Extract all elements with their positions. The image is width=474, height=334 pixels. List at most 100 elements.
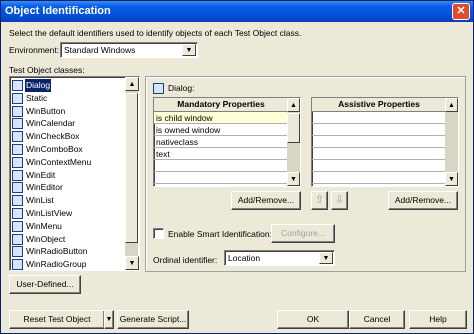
class-list-item-label: Static bbox=[26, 92, 48, 103]
mandatory-property-row[interactable]: is owned window bbox=[154, 124, 288, 136]
class-list-item-label: WinCalendar bbox=[26, 118, 76, 129]
object-identification-dialog: Object Identification ✕ Select the defau… bbox=[0, 0, 474, 334]
class-list-item[interactable]: WinObject bbox=[12, 233, 120, 246]
class-icon bbox=[12, 92, 23, 104]
arrow-down-icon: ⇩ bbox=[334, 194, 345, 206]
classes-scroll-down-button[interactable]: ▼ bbox=[125, 256, 139, 270]
assistive-property-row[interactable] bbox=[312, 124, 446, 136]
scroll-up-icon: ▲ bbox=[128, 81, 136, 88]
assistive-add-remove-button[interactable]: Add/Remove... bbox=[388, 191, 458, 210]
reset-test-object-split-button[interactable]: ▼ bbox=[104, 310, 114, 329]
class-list-item-label: WinComboBox bbox=[26, 144, 83, 154]
class-icon bbox=[12, 182, 23, 194]
class-list-item[interactable]: WinList bbox=[12, 194, 120, 207]
assistive-property-row[interactable] bbox=[312, 148, 446, 160]
class-icon bbox=[12, 80, 23, 91]
ordinal-identifier-value: Location bbox=[228, 253, 261, 263]
test-object-classes-label: Test Object classes: bbox=[9, 65, 85, 75]
environment-dropdown-button[interactable]: ▼ bbox=[182, 44, 196, 56]
class-icon bbox=[12, 131, 23, 143]
mandatory-property-row[interactable]: is child window bbox=[154, 112, 288, 124]
class-list-item[interactable]: WinMenu bbox=[12, 220, 120, 233]
assistive-scroll-down-button[interactable]: ▼ bbox=[445, 172, 458, 186]
user-defined-button[interactable]: User-Defined... bbox=[9, 275, 81, 294]
scroll-down-icon: ▼ bbox=[290, 176, 297, 183]
move-up-button[interactable]: ⇧ bbox=[311, 191, 328, 210]
class-list-item[interactable]: WinContextMenu bbox=[12, 156, 120, 169]
class-icon bbox=[12, 169, 23, 181]
class-list-item[interactable]: WinRadioGroup bbox=[12, 258, 120, 271]
mandatory-property-row[interactable]: text bbox=[154, 148, 288, 160]
class-list-item-label: WinObject bbox=[26, 233, 66, 244]
class-list-item[interactable]: WinEditor bbox=[12, 181, 120, 194]
scroll-up-icon: ▲ bbox=[290, 102, 297, 109]
window-title: Object Identification bbox=[5, 5, 111, 17]
environment-combobox[interactable]: Standard Windows ▼ bbox=[60, 42, 198, 58]
assistive-scroll-up-button[interactable]: ▲ bbox=[445, 98, 458, 112]
reset-test-object-button[interactable]: Reset Test Object bbox=[9, 310, 105, 329]
close-button[interactable]: ✕ bbox=[452, 3, 470, 20]
class-list-item-label: WinMenu bbox=[26, 220, 62, 231]
enable-smart-identification-label: Enable Smart Identification: bbox=[168, 229, 272, 239]
class-icon bbox=[12, 246, 23, 258]
class-icon bbox=[12, 144, 23, 155]
class-list-item-label: WinRadioButton bbox=[26, 246, 88, 257]
selected-class-label: Dialog: bbox=[168, 83, 195, 93]
assistive-properties-header: Assistive Properties bbox=[312, 98, 446, 112]
dialog-class-icon bbox=[153, 83, 164, 94]
chevron-down-icon: ▼ bbox=[105, 316, 113, 323]
mandatory-property-row[interactable] bbox=[154, 160, 288, 172]
class-list-item-label: WinList bbox=[26, 195, 54, 206]
class-list-item[interactable]: WinCalendar bbox=[12, 117, 120, 130]
ordinal-dropdown-button[interactable]: ▼ bbox=[319, 252, 333, 264]
mandatory-add-remove-button[interactable]: Add/Remove... bbox=[231, 191, 301, 210]
ordinal-identifier-combobox[interactable]: Location ▼ bbox=[224, 250, 335, 266]
class-list-item-label: WinButton bbox=[26, 105, 66, 116]
assistive-properties-grid[interactable]: Assistive Properties ▲ ▼ bbox=[311, 97, 459, 187]
chevron-down-icon: ▼ bbox=[185, 47, 193, 54]
mandatory-properties-grid[interactable]: Mandatory Properties is child window is o… bbox=[153, 97, 301, 187]
class-list-item[interactable]: WinRadioButton bbox=[12, 245, 120, 258]
class-list-item[interactable]: WinCheckBox bbox=[12, 130, 120, 143]
class-list-item[interactable]: Dialog bbox=[12, 79, 120, 92]
class-list-item-label: Dialog bbox=[25, 79, 52, 92]
close-icon: ✕ bbox=[456, 5, 466, 17]
cancel-button[interactable]: Cancel bbox=[349, 310, 405, 329]
assistive-property-row[interactable] bbox=[312, 136, 446, 148]
mandatory-scroll-down-button[interactable]: ▼ bbox=[287, 172, 300, 186]
class-list-item-label: WinEditor bbox=[26, 182, 63, 193]
class-list-item-label: WinContextMenu bbox=[26, 156, 92, 167]
mandatory-properties-header: Mandatory Properties bbox=[154, 98, 288, 112]
mandatory-scroll-up-button[interactable]: ▲ bbox=[287, 98, 300, 112]
class-icon bbox=[12, 233, 23, 245]
assistive-property-row[interactable] bbox=[312, 112, 446, 124]
mandatory-property-row[interactable]: nativeclass bbox=[154, 136, 288, 148]
scroll-down-icon: ▼ bbox=[128, 260, 136, 267]
mandatory-scroll-thumb[interactable] bbox=[287, 113, 300, 143]
class-list-item[interactable]: WinListView bbox=[12, 207, 120, 220]
class-list-item-label: WinListView bbox=[26, 208, 73, 218]
scroll-down-icon: ▼ bbox=[448, 176, 455, 183]
class-list-item[interactable]: Static bbox=[12, 92, 120, 105]
ok-button[interactable]: OK bbox=[277, 310, 349, 329]
enable-smart-identification-checkbox[interactable] bbox=[153, 228, 164, 239]
help-button[interactable]: Help bbox=[409, 310, 467, 329]
assistive-property-row[interactable] bbox=[312, 160, 446, 172]
move-down-button[interactable]: ⇩ bbox=[331, 191, 348, 210]
class-list-item[interactable]: WinButton bbox=[12, 105, 120, 118]
class-icon bbox=[12, 156, 23, 168]
classes-scroll-up-button[interactable]: ▲ bbox=[125, 77, 139, 91]
class-icon bbox=[12, 105, 23, 117]
mandatory-property-row[interactable] bbox=[154, 172, 288, 184]
assistive-property-row[interactable] bbox=[312, 172, 446, 184]
classes-scroll-thumb[interactable] bbox=[125, 93, 138, 243]
title-bar: Object Identification bbox=[1, 1, 473, 22]
environment-value: Standard Windows bbox=[64, 45, 136, 55]
generate-script-button[interactable]: Generate Script... bbox=[117, 310, 189, 329]
test-object-classes-list[interactable]: Dialog Static WinButton WinCalendar WinCheck… bbox=[9, 76, 140, 271]
scroll-up-icon: ▲ bbox=[448, 102, 455, 109]
class-list-item[interactable]: WinComboBox bbox=[12, 143, 120, 156]
ordinal-identifier-label: Ordinal identifier: bbox=[153, 255, 218, 265]
class-list-item[interactable]: WinEdit bbox=[12, 169, 120, 182]
configure-button[interactable]: Configure... bbox=[271, 224, 335, 243]
